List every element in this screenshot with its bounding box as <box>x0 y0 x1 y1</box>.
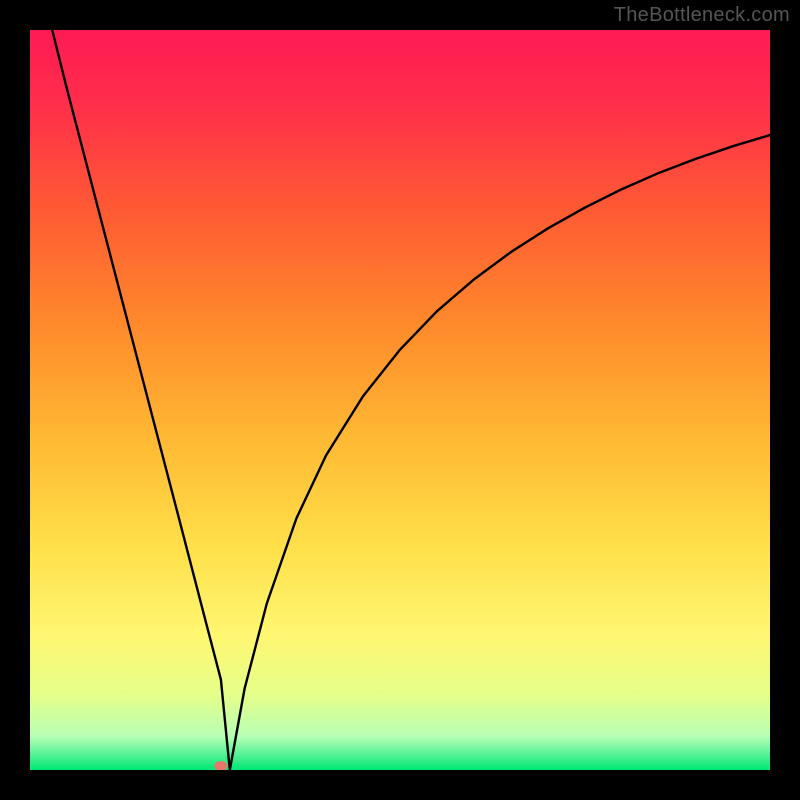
heatmap-background <box>30 30 770 770</box>
chart-frame: TheBottleneck.com <box>0 0 800 800</box>
attribution-label: TheBottleneck.com <box>614 4 790 27</box>
chart-svg <box>30 30 770 770</box>
plot-area <box>30 30 770 770</box>
